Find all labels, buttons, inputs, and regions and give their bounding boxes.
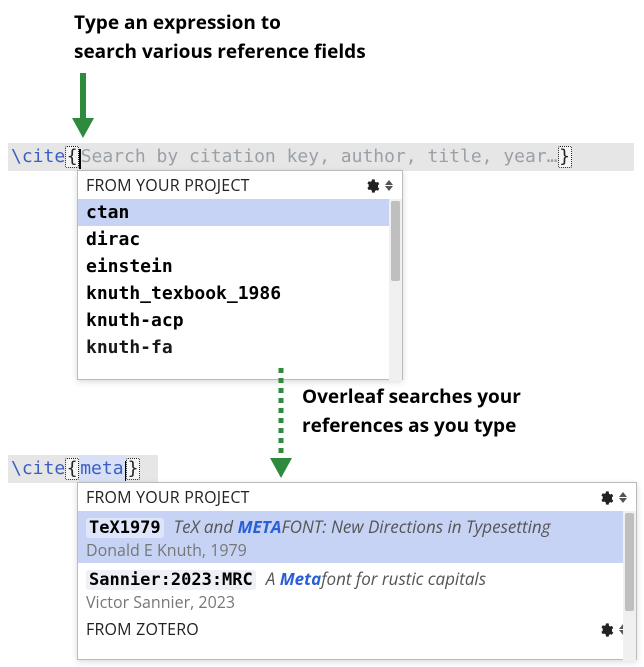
dropdown-section-header: FROM YOUR PROJECT [78,171,402,199]
gear-icon[interactable] [598,489,614,505]
section-label: FROM ZOTERO [78,618,199,640]
citation-item[interactable]: ctan [78,199,402,226]
section-label: FROM YOUR PROJECT [86,174,250,196]
dropdown-section-header: FROM ZOTERO [78,615,636,643]
citation-item[interactable]: knuth_texbook_1986 [78,280,402,307]
stepper-icon[interactable] [384,180,394,191]
close-brace-icon: } [558,146,572,168]
arrow-down-solid-icon [68,70,98,140]
text-caret-icon [125,461,127,481]
search-placeholder: Search by citation key, author, title, y… [81,143,558,171]
text-caret-icon [79,149,81,169]
gear-icon[interactable] [364,177,380,193]
code-line-1[interactable]: \cite { Search by citation key, author, … [8,143,634,171]
citation-item[interactable]: knuth-fa [78,334,402,361]
cite-command: \cite [11,455,65,483]
citation-key: TeX1979 [86,518,164,538]
citation-item[interactable]: knuth-acp [78,307,402,334]
scrollbar-thumb[interactable] [625,513,634,611]
gear-icon[interactable] [598,621,614,637]
match-highlight: Meta [280,567,322,590]
arrow-down-dotted-icon [266,365,296,480]
citation-title: TeX and METAFONT: New Directions in Type… [174,515,551,538]
close-brace-icon: } [126,458,140,480]
annotation-mid: Overleaf searches your references as you… [302,382,521,439]
dropdown-section-header: FROM YOUR PROJECT [78,483,636,511]
stepper-icon[interactable] [618,492,628,503]
citation-title: A Metafont for rustic capitals [266,567,486,590]
citation-key: Sannier:2023:MRC [86,570,256,590]
citation-byline: Victor Sannier, 2023 [86,590,628,613]
citation-result[interactable]: TeX1979 TeX and METAFONT: New Directions… [78,511,636,563]
scrollbar[interactable] [389,199,402,381]
autocomplete-dropdown-2: FROM YOUR PROJECT TeX1979 TeX and METAFO… [77,482,637,660]
typed-query: meta [79,455,124,483]
scrollbar[interactable] [623,511,636,661]
code-line-2[interactable]: \cite { meta } [8,455,158,483]
citation-byline: Donald E Knuth, 1979 [86,538,628,561]
scrollbar-thumb[interactable] [391,201,400,281]
autocomplete-dropdown-1: FROM YOUR PROJECT ctan dirac einstein kn… [77,170,403,380]
open-brace-icon: { [65,458,79,480]
citation-result[interactable]: Sannier:2023:MRC A Metafont for rustic c… [78,563,636,615]
open-brace-icon: { [65,146,79,168]
annotation-top: Type an expression to search various ref… [74,8,366,65]
citation-item[interactable]: einstein [78,253,402,280]
cite-command: \cite [11,143,65,171]
match-highlight: META [238,515,282,538]
section-label: FROM YOUR PROJECT [86,486,250,508]
citation-item[interactable]: dirac [78,226,402,253]
